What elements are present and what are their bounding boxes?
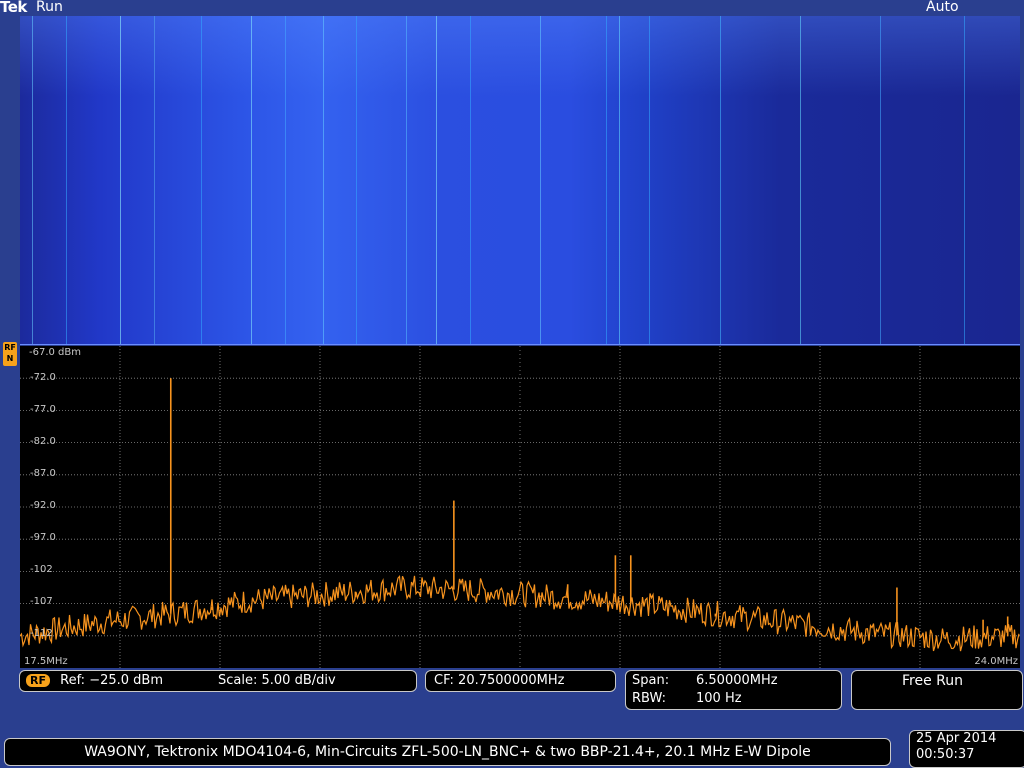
span-value: 6.50000MHz xyxy=(696,673,778,688)
spectrogram-streak xyxy=(619,16,620,344)
spectrogram-streak xyxy=(606,16,607,344)
scale-readout: Scale: 5.00 dB/div xyxy=(218,673,336,688)
spectrogram-streak xyxy=(201,16,202,344)
spectrogram-streak xyxy=(356,16,357,344)
reference-level-label: -67.0 dBm xyxy=(29,347,82,358)
footer-caption: WA9ONY, Tektronix MDO4104-6, Min-Circuit… xyxy=(4,738,891,766)
spectrogram-streak xyxy=(470,16,471,344)
time-text: 00:50:37 xyxy=(916,747,975,762)
y-tick-label: -77.0 xyxy=(30,404,56,415)
center-frequency-panel[interactable]: CF: 20.7500000MHz xyxy=(425,670,616,692)
spectrogram-haze xyxy=(20,16,1020,96)
spectrogram-streak xyxy=(540,16,541,344)
reference-level-readout: Ref: −25.0 dBm xyxy=(60,673,164,688)
trigger-mode[interactable]: Auto xyxy=(926,0,959,15)
y-tick-label: -107 xyxy=(30,596,53,607)
y-tick-label: -102 xyxy=(30,564,53,575)
y-tick-label: -82.0 xyxy=(30,436,56,447)
spectrogram-streak xyxy=(32,16,33,344)
acquisition-mode: Free Run xyxy=(902,673,964,689)
date-time-display: 25 Apr 2014 00:50:37 xyxy=(909,730,1024,768)
x-stop-frequency: 24.0MHz xyxy=(974,656,1018,667)
spectrum-graticule xyxy=(20,346,1020,668)
rbw-label: RBW: xyxy=(632,691,666,706)
spectrum-trace xyxy=(20,574,1020,652)
rbw-value: 100 Hz xyxy=(696,691,742,706)
spectrogram-streak xyxy=(720,16,721,344)
rf-readout-panel[interactable]: RF Ref: −25.0 dBm Scale: 5.00 dB/div xyxy=(19,670,417,692)
spectrogram-streak xyxy=(800,16,801,344)
x-start-frequency: 17.5MHz xyxy=(24,656,68,667)
spectrogram-streak xyxy=(285,16,286,344)
run-state[interactable]: Run xyxy=(36,0,63,15)
date-text: 25 Apr 2014 xyxy=(916,731,997,746)
rf-reference-marker[interactable]: RF N xyxy=(3,342,17,366)
spectrogram-streak xyxy=(880,16,881,344)
tek-logo: Tek xyxy=(0,0,27,16)
spectrogram-streak xyxy=(154,16,155,344)
spectrogram-display xyxy=(20,16,1020,345)
spectrogram-streak xyxy=(406,16,407,344)
spectrogram-streak xyxy=(66,16,67,344)
spectrogram-streak xyxy=(120,16,121,344)
rf-badge: RF xyxy=(26,674,50,687)
spectrogram-streak xyxy=(649,16,650,344)
spectrogram-streak xyxy=(323,16,324,344)
spectrogram-streak xyxy=(436,16,437,344)
free-run-panel[interactable]: Free Run xyxy=(851,670,1023,710)
top-status-bar: Tek Run Auto xyxy=(0,0,1024,16)
spectrum-plot[interactable]: -67.0 dBm -72.0 -77.0 -82.0 -87.0 -92.0 … xyxy=(20,346,1020,668)
center-frequency-readout: CF: 20.7500000MHz xyxy=(434,673,565,688)
y-tick-label: -92.0 xyxy=(30,500,56,511)
y-tick-label: -72.0 xyxy=(30,372,56,383)
spectrogram-streak xyxy=(964,16,965,344)
y-tick-label: -97.0 xyxy=(30,532,56,543)
rf-marker-label: RF xyxy=(4,343,16,352)
spectrogram-streak xyxy=(251,16,252,344)
rf-marker-sub: N xyxy=(6,354,14,363)
span-label: Span: xyxy=(632,673,670,688)
y-tick-label: -112 xyxy=(30,628,53,639)
y-tick-label: -87.0 xyxy=(30,468,56,479)
span-rbw-panel[interactable]: Span: 6.50000MHz RBW: 100 Hz xyxy=(625,670,842,710)
